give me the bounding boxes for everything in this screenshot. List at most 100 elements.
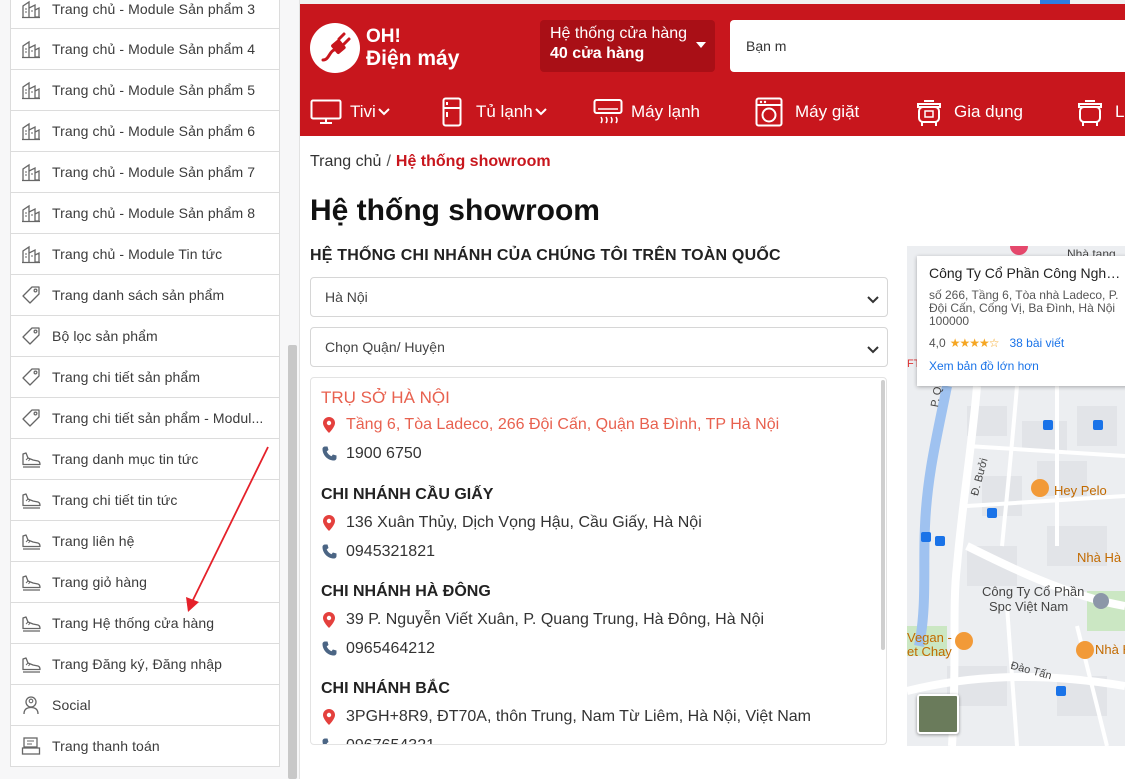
nav-label-may-lanh: Máy lạnh [631, 102, 700, 121]
page-list-item[interactable]: Trang Đăng ký, Đăng nhập [10, 644, 280, 685]
nav-item-may-lanh[interactable]: Máy lạnh [593, 96, 700, 128]
page-list-item-label: Trang chi tiết sản phẩm - Modul... [52, 410, 264, 426]
rice-cooker-icon [914, 96, 944, 128]
page-list-item[interactable]: Trang Hệ thống cửa hàng [10, 603, 280, 644]
branch-item[interactable]: CHI NHÁNH HÀ ĐÔNG 39 P. Nguyễn Viết Xuân… [321, 583, 871, 663]
page-list-item[interactable]: Trang chủ - Module Sản phẩm 6 [10, 111, 280, 152]
page-list-item-label: Trang chủ - Module Sản phẩm 8 [52, 205, 256, 221]
reviews-link[interactable]: 38 bài viết [1009, 336, 1064, 350]
map-place-label: Công Ty Cổ Phần [982, 584, 1085, 599]
site-logo[interactable]: OH! Điện máy [310, 18, 480, 78]
phone-icon [321, 738, 337, 744]
panel-scrollbar[interactable] [288, 345, 297, 779]
map-place-label: Nhà Hàng [1095, 642, 1125, 657]
building-icon [21, 203, 41, 223]
branch-name: CHI NHÁNH HÀ ĐÔNG [321, 583, 491, 600]
star-rating-icon: ★★★★☆ [949, 336, 1000, 350]
satellite-layer-toggle[interactable] [917, 694, 959, 734]
branch-item[interactable]: TRỤ SỞ HÀ NỘI Tầng 6, Tòa Ladeco, 266 Độ… [321, 388, 871, 468]
nav-item-partial[interactable]: L [1075, 96, 1124, 128]
branch-address-row: Tầng 6, Tòa Ladeco, 266 Đội Cấn, Quận Ba… [321, 410, 871, 439]
nav-item-tivi[interactable]: Tivi [310, 96, 390, 128]
branch-phone-row: 0967654321 [321, 731, 871, 745]
page-list-item-label: Trang chi tiết tin tức [52, 492, 178, 508]
branch-item[interactable]: CHI NHÁNH BẮC 3PGH+8R9, ĐT70A, thôn Trun… [321, 680, 871, 745]
building-icon [21, 244, 41, 264]
larger-map-link[interactable]: Xem bản đồ lớn hơn [929, 359, 1119, 373]
building-icon [21, 0, 41, 19]
branch-phone-row: 1900 6750 [321, 439, 871, 468]
fridge-icon [442, 97, 462, 127]
page-list-item[interactable]: Trang chủ - Module Sản phẩm 7 [10, 152, 280, 193]
page-list-item[interactable]: Trang chủ - Module Sản phẩm 3 [10, 0, 280, 29]
page-list-item-label: Trang danh mục tin tức [52, 451, 199, 467]
shoe-icon [21, 490, 41, 510]
map-place-title: Công Ty Cổ Phần Công Nghệ ... [929, 265, 1125, 281]
page-list-item[interactable]: Trang danh sách sản phẩm [10, 275, 280, 316]
province-select-value: Hà Nội [325, 289, 368, 305]
nav-item-tu-lanh[interactable]: Tủ lạnh [442, 96, 547, 128]
page-list-item[interactable]: Trang chủ - Module Sản phẩm 5 [10, 70, 280, 111]
page-list: Trang chủ - Module Sản phẩm 3 Trang chủ -… [10, 0, 280, 767]
map-place-label: Spc Việt Nam [989, 599, 1069, 614]
site-header: OH! Điện máy Hệ thống cửa hàng 40 cửa hà… [300, 4, 1125, 88]
nav-item-gia-dung[interactable]: Gia dụng [914, 96, 1023, 128]
page-list-item-label: Trang chủ - Module Sản phẩm 7 [52, 164, 256, 180]
page-list-item[interactable]: Trang danh mục tin tức [10, 439, 280, 480]
map-place-label: Nhà Hà [1077, 550, 1122, 565]
page-list-panel: Trang chủ - Module Sản phẩm 3 Trang chủ -… [0, 0, 300, 779]
branch-item[interactable]: CHI NHÁNH CẦU GIẤY 136 Xuân Thủy, Dịch V… [321, 486, 871, 566]
branch-name: CHI NHÁNH BẮC [321, 680, 450, 697]
building-icon [21, 80, 41, 100]
branch-address: 136 Xuân Thủy, Dịch Vọng Hậu, Cầu Giấy, … [346, 513, 702, 531]
map-place-address: số 266, Tầng 6, Tòa nhà Ladeco, P. Đội C… [929, 288, 1119, 328]
page-list-item[interactable]: Bộ lọc sản phẩm [10, 316, 280, 357]
caret-down-icon [696, 42, 706, 48]
page-list-item[interactable]: Trang chủ - Module Tin tức [10, 234, 280, 275]
page-list-item[interactable]: Trang chi tiết tin tức [10, 480, 280, 521]
branch-phone: 0945321821 [346, 542, 435, 560]
tag-icon [21, 408, 41, 428]
building-icon [21, 162, 41, 182]
chevron-down-icon [867, 341, 879, 357]
page-list-item[interactable]: Trang liên hệ [10, 521, 280, 562]
branch-list[interactable]: TRỤ SỞ HÀ NỘI Tầng 6, Tòa Ladeco, 266 Độ… [310, 377, 887, 745]
branch-address-row: 136 Xuân Thủy, Dịch Vọng Hậu, Cầu Giấy, … [321, 508, 871, 537]
page-list-item-label: Trang thanh toán [52, 738, 160, 754]
page-list-item[interactable]: Social [10, 685, 280, 726]
page-title: Hệ thống showroom [310, 194, 600, 227]
washing-machine-icon [755, 97, 783, 127]
page-list-item[interactable]: Trang chi tiết sản phẩm [10, 357, 280, 398]
page-list-item[interactable]: Trang thanh toán [10, 726, 280, 767]
chevron-down-icon [534, 108, 547, 116]
tv-icon [310, 99, 342, 125]
page-list-item-label: Trang chủ - Module Tin tức [52, 246, 223, 262]
map-pin-icon [321, 514, 337, 531]
page-list-item-label: Trang Đăng ký, Đăng nhập [52, 656, 222, 672]
store-system-button[interactable]: Hệ thống cửa hàng 40 cửa hàng [540, 20, 715, 72]
branch-phone: 0967654321 [346, 736, 435, 745]
page-list-item[interactable]: Trang chủ - Module Sản phẩm 4 [10, 29, 280, 70]
chevron-down-icon [867, 291, 879, 307]
province-select[interactable]: Hà Nội [310, 277, 888, 317]
district-select[interactable]: Chọn Quận/ Huyện [310, 327, 888, 367]
page-list-item-label: Social [52, 697, 91, 713]
search-input[interactable] [730, 20, 1125, 72]
tag-icon [21, 367, 41, 387]
branch-list-scrollbar[interactable] [881, 380, 885, 650]
page-list-item[interactable]: Trang chủ - Module Sản phẩm 8 [10, 193, 280, 234]
branch-phone-row: 0945321821 [321, 537, 871, 566]
building-icon [21, 39, 41, 59]
google-map[interactable]: Nhà tang P. Quan Ho Đ. Bưởi Hey Pelo Nhà… [907, 246, 1125, 746]
nav-item-may-giat[interactable]: Máy giặt [755, 96, 859, 128]
page-list-item[interactable]: Trang giỏ hàng [10, 562, 280, 603]
tag-icon [21, 326, 41, 346]
page-list-item[interactable]: Trang chi tiết sản phẩm - Modul... [10, 398, 280, 439]
page-list-item-label: Trang liên hệ [52, 533, 135, 549]
rating-value: 4,0 [929, 336, 946, 350]
building-icon [21, 121, 41, 141]
breadcrumb-separator: / [386, 153, 391, 170]
breadcrumb-home-link[interactable]: Trang chủ [310, 153, 381, 170]
nav-label-gia-dung: Gia dụng [954, 102, 1023, 121]
shoe-icon [21, 531, 41, 551]
